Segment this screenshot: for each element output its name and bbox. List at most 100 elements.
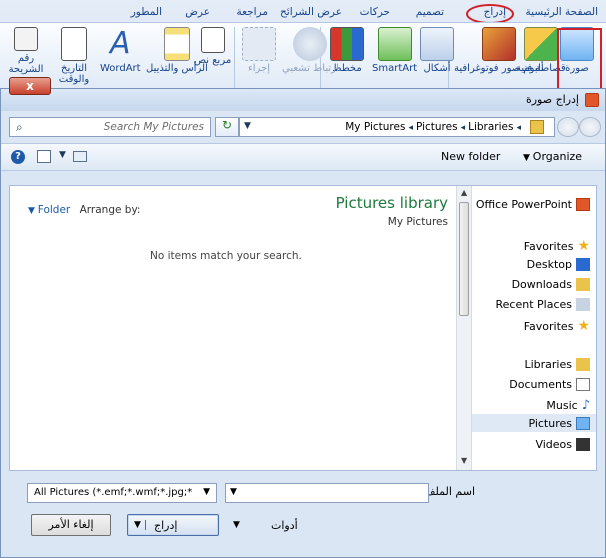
file-type-select[interactable]: All Pictures (*.emf;*.wmf;*.jpg;* ▼ [27, 483, 217, 503]
wordart-button[interactable]: A WordArt [100, 26, 141, 75]
dialog-titlebar: إدراج صورة x [1, 77, 605, 111]
refresh-button[interactable]: ↻ [215, 117, 239, 137]
nav-recent-places[interactable]: Recent Places [496, 298, 590, 311]
shapes-button[interactable]: أشكال [420, 27, 454, 74]
navigation-pane: Office PowerPoint Favorites ★ Desktop Dow… [472, 186, 596, 470]
recent-places-icon [576, 298, 590, 311]
nav-pictures[interactable]: Pictures [528, 417, 590, 430]
chevron-down-icon[interactable]: ▼ [230, 487, 237, 497]
photo-album-icon [481, 27, 516, 61]
arrange-by: ▼ Folder Arrange by: [28, 204, 140, 216]
breadcrumb: My Pictures ◂ Pictures ◂ Libraries ◂ [345, 121, 521, 133]
refresh-icon: ↻ [221, 118, 233, 132]
tab-view[interactable]: عرض [185, 6, 210, 18]
file-content-area: Pictures library My Pictures ▼ Folder Ar… [9, 185, 597, 471]
organize-button[interactable]: ▼ Organize [523, 150, 582, 163]
cancel-button[interactable]: إلغاء الأمر [31, 514, 111, 536]
datetime-button[interactable]: التاريخ والوقت [54, 27, 94, 85]
chevron-down-icon: ▼ [203, 487, 210, 497]
scrollbar-thumb[interactable] [459, 202, 469, 316]
action-button[interactable]: إجراء [242, 27, 276, 74]
datetime-icon [61, 27, 87, 61]
forward-button[interactable] [557, 117, 579, 137]
library-subtitle: My Pictures [387, 216, 448, 228]
header-footer-button[interactable]: الرأس والتذييل [146, 27, 208, 74]
videos-icon [576, 438, 590, 451]
scroll-up-icon[interactable]: ▲ [461, 188, 467, 197]
chevron-down-icon: ▼ [28, 206, 38, 216]
breadcrumb-my-pictures[interactable]: My Pictures [345, 121, 405, 133]
dialog-title: إدراج صورة [525, 93, 579, 106]
tab-animations[interactable]: حركات [360, 6, 390, 18]
tab-slideshow[interactable]: عرض الشرائح [280, 6, 342, 18]
nav-music[interactable]: Music ♪ [546, 398, 590, 413]
insert-picture-dialog: إدراج صورة x ⌕ Search My Pictures ↻ ▼ My… [0, 77, 606, 558]
chevron-down-icon: ▼ [523, 153, 533, 163]
picture-button-highlight [557, 28, 602, 90]
new-folder-button[interactable]: New folder [441, 150, 500, 163]
close-button[interactable]: x [9, 77, 51, 95]
chevron-down-icon[interactable]: ▼ [59, 150, 66, 160]
breadcrumb-libraries[interactable]: Libraries [468, 121, 513, 133]
nav-videos[interactable]: Videos [535, 438, 590, 451]
star-icon: ★ [577, 238, 590, 254]
ribbon: الصفحة الرئيسية إدراج تصميم حركات عرض ال… [0, 0, 606, 100]
empty-message: No items match your search. [150, 250, 302, 262]
shapes-icon [420, 27, 454, 61]
powerpoint-icon [576, 198, 590, 211]
breadcrumb-pictures[interactable]: Pictures [416, 121, 458, 133]
ribbon-tabs: الصفحة الرئيسية إدراج تصميم حركات عرض ال… [0, 0, 606, 22]
scrollbar[interactable]: ▲ ▼ [456, 186, 472, 470]
smartart-button[interactable]: SmartArt [372, 27, 417, 74]
libraries-icon [576, 358, 590, 371]
nav-libraries[interactable]: Libraries [524, 358, 590, 371]
dialog-toolbar: ? ▼ New folder ▼ Organize [1, 143, 605, 171]
nav-office-powerpoint[interactable]: Office PowerPoint [476, 198, 590, 211]
back-button[interactable] [579, 117, 601, 137]
nav-buttons [557, 115, 603, 139]
pictures-icon [576, 417, 590, 430]
arrange-by-dropdown[interactable]: ▼ Folder [28, 204, 70, 216]
slide-number-button[interactable]: رقم الشريحة [6, 27, 46, 75]
hyperlink-button[interactable]: ارتباط تشعبي [282, 27, 339, 74]
nav-favorites-2[interactable]: Favorites ★ [524, 318, 590, 334]
library-icon [530, 120, 544, 134]
insert-tab-highlight [466, 4, 514, 24]
help-icon[interactable]: ? [11, 150, 25, 164]
preview-pane-icon[interactable] [37, 150, 51, 163]
view-icon[interactable] [73, 151, 87, 162]
nav-downloads[interactable]: Downloads [512, 278, 590, 291]
desktop-icon [576, 258, 590, 271]
nav-favorites[interactable]: Favorites ★ [524, 238, 590, 254]
tab-home[interactable]: الصفحة الرئيسية [526, 6, 598, 18]
downloads-icon [576, 278, 590, 291]
tools-button[interactable]: أدوات [271, 519, 298, 532]
header-footer-icon [163, 27, 190, 61]
tab-review[interactable]: مراجعة [236, 6, 268, 18]
chevron-down-icon[interactable]: ▼ [233, 520, 240, 530]
smartart-icon [377, 27, 412, 61]
tab-developer[interactable]: المطور [131, 6, 162, 18]
search-input[interactable]: ⌕ Search My Pictures [9, 117, 211, 137]
insert-button[interactable]: ▼ إدراج [127, 514, 219, 536]
powerpoint-icon [585, 93, 599, 107]
search-icon: ⌕ [16, 120, 23, 134]
documents-icon [576, 378, 590, 391]
filename-input[interactable]: ▼ [225, 483, 429, 503]
star-icon: ★ [577, 318, 590, 334]
address-row: ⌕ Search My Pictures ↻ ▼ My Pictures ◂ Pic… [1, 115, 605, 139]
chevron-down-icon[interactable]: ▼ [244, 121, 251, 131]
wordart-icon: A [110, 26, 131, 61]
address-bar[interactable]: ▼ My Pictures ◂ Pictures ◂ Libraries ◂ [239, 117, 555, 137]
library-title: Pictures library [335, 194, 448, 212]
slide-number-icon [14, 27, 38, 51]
scroll-down-icon[interactable]: ▼ [461, 456, 467, 465]
photo-album-button[interactable]: ألبوم صور فوتوغرافية [454, 27, 544, 74]
insert-dropdown-icon[interactable]: ▼ [134, 520, 146, 530]
hyperlink-icon [293, 27, 328, 61]
nav-desktop[interactable]: Desktop [527, 258, 590, 271]
nav-documents[interactable]: Documents [509, 378, 590, 391]
music-icon: ♪ [581, 398, 590, 413]
tab-design[interactable]: تصميم [416, 6, 444, 18]
arrange-by-label: Arrange by: [79, 204, 141, 216]
